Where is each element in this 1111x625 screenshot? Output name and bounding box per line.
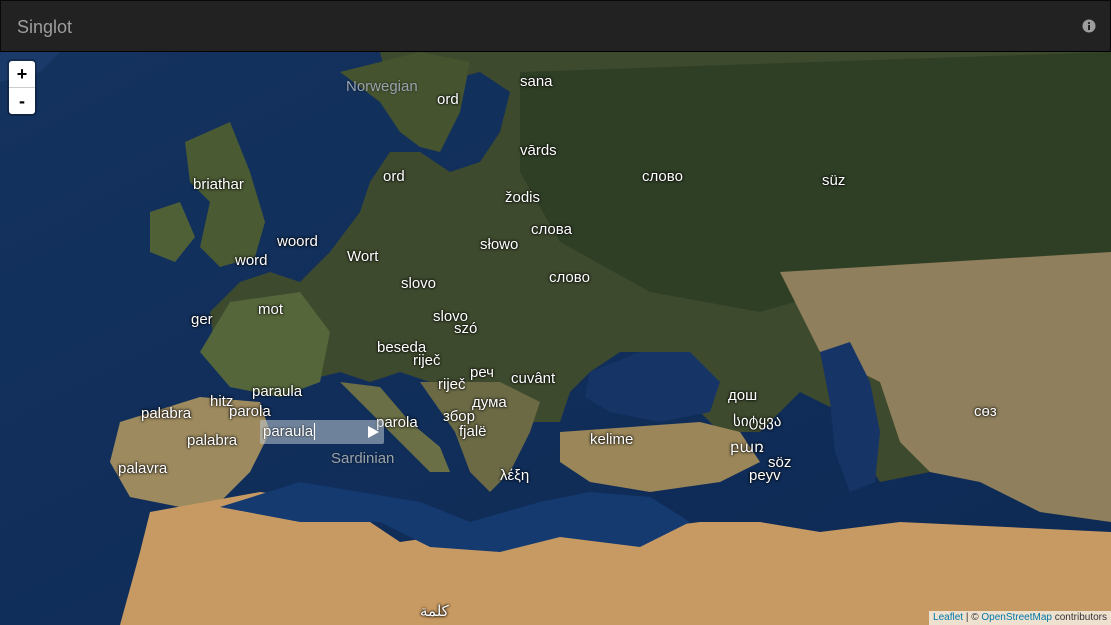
word-label: дума bbox=[472, 394, 507, 411]
word-label: mot bbox=[258, 301, 284, 318]
navbar: Singlot bbox=[0, 0, 1111, 52]
word-label: paraula bbox=[252, 383, 303, 400]
app-title[interactable]: Singlot bbox=[17, 17, 72, 38]
word-label: woord bbox=[277, 233, 318, 250]
osm-link[interactable]: OpenStreetMap bbox=[981, 612, 1052, 623]
word-label: kelime bbox=[590, 431, 634, 448]
word-label: Wort bbox=[347, 248, 379, 265]
word-label: slovo bbox=[401, 275, 437, 292]
zoom-out-button[interactable]: - bbox=[9, 88, 35, 114]
word-label: дош bbox=[728, 387, 758, 404]
word-label: szó bbox=[454, 320, 478, 337]
info-circle-icon[interactable] bbox=[1082, 19, 1096, 33]
word-label: cuvânt bbox=[511, 370, 556, 387]
word-label: žodis bbox=[505, 189, 541, 206]
zoom-control: + - bbox=[9, 61, 35, 114]
word-label: слово bbox=[549, 269, 590, 286]
word-label: реч bbox=[470, 364, 495, 381]
word-label: vārds bbox=[520, 142, 557, 159]
satellite-map[interactable]: + - Norwegian Sardinian sana ord vārds o… bbox=[0, 52, 1111, 625]
word-label: ger bbox=[191, 311, 213, 328]
word-label: كلمة bbox=[420, 603, 449, 620]
word-label: բառ bbox=[730, 439, 764, 456]
word-label: palavra bbox=[118, 460, 168, 477]
zoom-in-button[interactable]: + bbox=[9, 61, 35, 88]
word-label: riječ bbox=[413, 352, 441, 369]
leaflet-link[interactable]: Leaflet bbox=[933, 612, 963, 623]
play-icon[interactable] bbox=[366, 425, 380, 439]
word-label: λέξη bbox=[500, 467, 530, 484]
word-label: parola bbox=[229, 403, 271, 420]
word-label: სიტყვა bbox=[733, 413, 782, 430]
word-label: palabra bbox=[187, 432, 238, 449]
word-label: слово bbox=[642, 168, 683, 185]
attribution-separator: | © bbox=[963, 612, 982, 623]
word-editor[interactable]: paraula bbox=[260, 420, 384, 444]
map-attribution: Leaflet | © OpenStreetMap contributors bbox=[929, 611, 1111, 625]
word-label: peyv bbox=[749, 467, 781, 484]
word-label: ord bbox=[437, 91, 459, 108]
word-label: fjalë bbox=[459, 423, 487, 440]
word-label: сөз bbox=[974, 403, 997, 420]
region-label: Norwegian bbox=[346, 78, 418, 95]
word-label: sana bbox=[520, 73, 553, 90]
word-label: süz bbox=[822, 172, 846, 189]
word-input[interactable]: paraula bbox=[263, 423, 316, 440]
word-label: слова bbox=[531, 221, 572, 238]
attribution-suffix: contributors bbox=[1051, 612, 1107, 623]
map-background bbox=[0, 52, 1111, 625]
word-label: słowo bbox=[480, 236, 519, 253]
word-label: palabra bbox=[141, 405, 192, 422]
word-label: ord bbox=[383, 168, 405, 185]
word-label: word bbox=[235, 252, 268, 269]
word-label: briathar bbox=[193, 176, 244, 193]
word-label: riječ bbox=[438, 376, 466, 393]
region-label: Sardinian bbox=[331, 450, 395, 467]
